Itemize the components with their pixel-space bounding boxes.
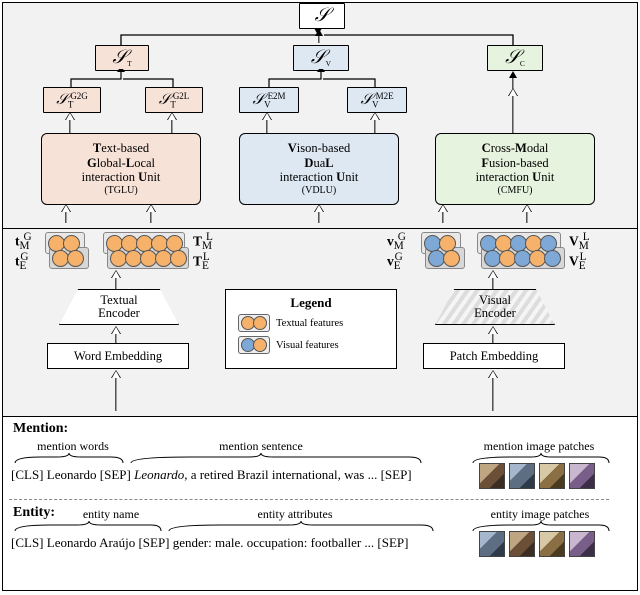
- feat-TEL: [111, 250, 186, 267]
- legend-textual: Textual features: [276, 318, 343, 329]
- mention-img-4: [569, 463, 595, 489]
- patch-embedding-label: Patch Embedding: [450, 349, 539, 364]
- entity-token-row: [CLS] Leonardo Araújo [SEP] gender: male…: [11, 535, 471, 551]
- lbl-TML: TML: [193, 231, 213, 252]
- entity-heading: Entity:: [13, 505, 55, 521]
- dashed-separator: [9, 499, 609, 500]
- mention-image-row: [479, 463, 595, 489]
- mention-words-label: mention words: [27, 439, 119, 454]
- lbl-VML: VML: [569, 231, 590, 252]
- model-architecture-diagram: 𝒮 𝒮T 𝒮V 𝒮C: [2, 2, 638, 591]
- score-t-g2g: 𝒮TG2G: [43, 87, 101, 113]
- score-v-e2m: 𝒮VE2M: [239, 87, 299, 113]
- feat-vEG: [429, 250, 459, 267]
- score-v-label: 𝒮V: [311, 47, 331, 69]
- unit-cmfu: Cross-Modal Fusion-based interaction Uni…: [435, 133, 595, 205]
- entity-img-4: [569, 531, 595, 557]
- unit-tglu: TText-basedext-based Global-Local intera…: [41, 133, 201, 205]
- unit-cmfu-abbr: (CMFU): [442, 185, 588, 197]
- entity-attrs-label: entity attributes: [225, 507, 365, 522]
- legend-title: Legend: [238, 295, 384, 311]
- entity-img-1: [479, 531, 505, 557]
- score-t-box: 𝒮T: [95, 45, 149, 71]
- entity-img-2: [509, 531, 535, 557]
- entity-image-row: [479, 531, 595, 557]
- word-embedding: Word Embedding: [47, 343, 189, 369]
- fanin-lines-top: [83, 27, 553, 47]
- mention-token-row: [CLS] Leonardo [SEP] Leonardo, a retired…: [11, 467, 471, 483]
- entity-name-label: entity name: [71, 507, 151, 522]
- textual-encoder: TextualEncoder: [59, 289, 179, 325]
- visual-encoder: VisualEncoder: [435, 289, 555, 325]
- lbl-vEG: vEG: [387, 251, 403, 272]
- visual-encoder-label: VisualEncoder: [474, 294, 516, 320]
- mention-heading: Mention:: [13, 421, 68, 437]
- mention-img-3: [539, 463, 565, 489]
- lbl-vMG: vMG: [387, 231, 406, 252]
- mid-panel: tMG tEG TML TEL vMG vEG VML VEL TextualE…: [3, 229, 637, 417]
- entity-img-3: [539, 531, 565, 557]
- top-panel: 𝒮 𝒮T 𝒮V 𝒮C: [3, 3, 637, 229]
- score-c-box: 𝒮C: [487, 45, 543, 71]
- fanin-st: [41, 69, 211, 89]
- score-t-label: 𝒮T: [112, 47, 131, 69]
- legend-box: Legend Textual features Visual features: [225, 289, 397, 369]
- patch-embedding: Patch Embedding: [423, 343, 565, 369]
- mention-img-1: [479, 463, 505, 489]
- legend-visual: Visual features: [276, 340, 339, 351]
- textual-encoder-label: TextualEncoder: [98, 294, 140, 320]
- mention-sentence-label: mention sentence: [161, 439, 361, 454]
- lbl-tEG: tEG: [15, 251, 29, 272]
- unit-vdlu-abbr: (VDLU): [246, 185, 392, 197]
- word-embedding-label: Word Embedding: [74, 349, 162, 364]
- score-v-m2e: 𝒮VM2E: [347, 87, 407, 113]
- score-c-label: 𝒮C: [505, 47, 525, 69]
- mention-img-2: [509, 463, 535, 489]
- unit-tglu-abbr: (TGLU): [48, 185, 194, 197]
- score-final-box: 𝒮: [299, 3, 345, 29]
- mention-patches-label: mention image patches: [469, 439, 609, 454]
- entity-patches-label: entity image patches: [473, 507, 607, 522]
- lbl-tMG: tMG: [15, 231, 32, 252]
- feat-VEL: [485, 250, 560, 267]
- feat-tEG: [53, 250, 83, 267]
- score-final-label: 𝒮: [315, 5, 330, 27]
- score-t-g2l: 𝒮TG2L: [145, 87, 203, 113]
- lbl-TEL: TEL: [193, 251, 210, 272]
- unit-vdlu: Vison-based DuaL interaction Unit (VDLU): [239, 133, 399, 205]
- bottom-panel: Mention: mention words mention sentence …: [3, 417, 637, 587]
- lbl-VEL: VEL: [569, 251, 587, 272]
- score-v-box: 𝒮V: [293, 45, 349, 71]
- fanin-sv: [235, 69, 411, 89]
